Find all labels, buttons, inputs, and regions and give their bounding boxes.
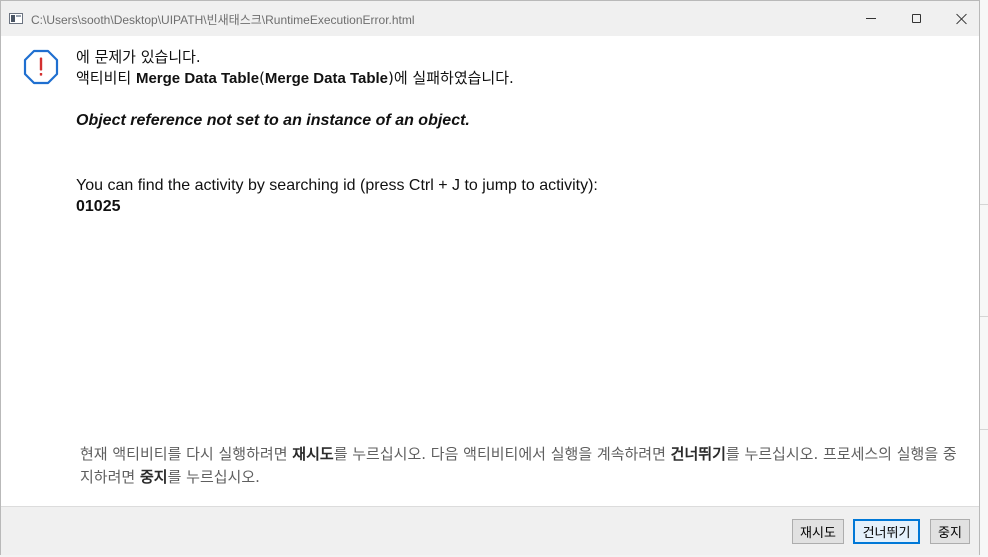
maximize-icon — [911, 14, 921, 23]
edge-divider — [980, 204, 988, 205]
instructions-stop-word: 중지 — [139, 468, 168, 486]
stop-button[interactable]: 중지 — [930, 519, 970, 544]
window-title: C:\Users\sooth\Desktop\UIPATH\빈새태스크\Runt… — [31, 13, 415, 27]
warning-icon — [23, 49, 59, 85]
instructions-retry-word: 재시도 — [292, 445, 334, 463]
instructions-part: 를 누르십시오. — [167, 468, 260, 486]
title-bar[interactable]: C:\Users\sooth\Desktop\UIPATH\빈새태스크\Runt… — [1, 1, 979, 36]
retry-button[interactable]: 재시도 — [792, 519, 844, 544]
maximize-button[interactable] — [893, 1, 939, 36]
background-window-edge — [980, 0, 988, 557]
error-heading: 에 문제가 있습니다. — [76, 48, 201, 66]
close-button[interactable] — [939, 1, 985, 36]
activity-name: Merge Data Table — [135, 70, 260, 87]
activity-id: 01025 — [76, 198, 121, 215]
activity-failure-line: 액티비티 Merge Data Table(Merge Data Table)에… — [76, 68, 956, 89]
instructions-skip-word: 건너뛰기 — [670, 445, 726, 463]
minimize-button[interactable] — [848, 1, 894, 36]
find-activity-hint: You can find the activity by searching i… — [76, 177, 598, 194]
instructions-text: 현재 액티비티를 다시 실행하려면 재시도를 누르십시오. 다음 액티비티에서 … — [80, 443, 970, 489]
instructions-part: 현재 액티비티를 다시 실행하려면 — [80, 445, 293, 463]
button-bar: 재시도 건너뛰기 중지 — [1, 506, 979, 555]
instructions-part: 를 누르십시오. 다음 액티비티에서 실행을 계속하려면 — [333, 445, 671, 463]
skip-button[interactable]: 건너뛰기 — [853, 519, 920, 544]
close-icon — [956, 13, 968, 25]
error-content: 에 문제가 있습니다. 액티비티 Merge Data Table(Merge … — [76, 47, 956, 217]
app-icon — [9, 13, 23, 24]
activity-prefix: 액티비티 — [76, 69, 136, 87]
edge-divider — [980, 316, 988, 317]
error-dialog-window: C:\Users\sooth\Desktop\UIPATH\빈새태스크\Runt… — [0, 0, 980, 555]
activity-display-name: Merge Data Table — [264, 70, 389, 87]
edge-divider — [980, 429, 988, 430]
error-message: Object reference not set to an instance … — [76, 112, 470, 129]
activity-suffix: )에 실패하였습니다. — [388, 69, 514, 87]
minimize-icon — [866, 18, 876, 19]
